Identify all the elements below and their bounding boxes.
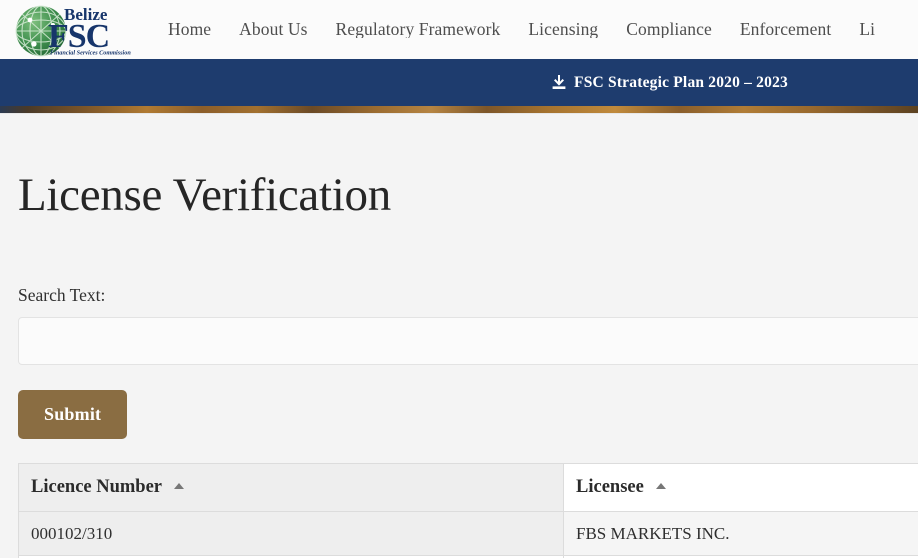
nav-item-home[interactable]: Home (168, 21, 225, 39)
cell-licence-number: 000102/310 (18, 511, 564, 556)
page-title: License Verification (18, 169, 391, 221)
search-text-label: Search Text: (18, 285, 106, 305)
site-header: Belize FSC Financial Services Commission… (0, 0, 918, 59)
nav-item-about-us[interactable]: About Us (225, 21, 321, 39)
fsc-logo-icon: Belize FSC Financial Services Commission (15, 5, 131, 57)
search-input[interactable] (18, 317, 918, 365)
download-icon (552, 75, 566, 89)
table-header-row: Licence Number Licensee (18, 463, 918, 512)
nav-item-licensees[interactable]: Li (845, 21, 889, 39)
column-header-licence-number[interactable]: Licence Number (18, 463, 564, 512)
strategic-plan-banner: FSC Strategic Plan 2020 – 2023 (0, 59, 918, 106)
svg-text:Financial Services Commission: Financial Services Commission (50, 49, 131, 56)
nav-item-licensing[interactable]: Licensing (514, 21, 612, 39)
cell-licensee: FBS MARKETS INC. (563, 511, 918, 556)
column-header-licence-number-label: Licence Number (31, 477, 162, 497)
table-row[interactable]: 000102/310 FBS MARKETS INC. (18, 511, 918, 556)
main-navigation: Home About Us Regulatory Framework Licen… (168, 21, 918, 39)
nav-item-compliance[interactable]: Compliance (612, 21, 726, 39)
nav-item-enforcement[interactable]: Enforcement (726, 21, 845, 39)
main-content: License Verification Search Text: Submit… (0, 114, 918, 558)
nav-item-regulatory-framework[interactable]: Regulatory Framework (322, 21, 515, 39)
sort-ascending-icon (656, 482, 667, 489)
column-header-licensee[interactable]: Licensee (563, 463, 918, 512)
strategic-plan-label: FSC Strategic Plan 2020 – 2023 (574, 73, 788, 91)
submit-button[interactable]: Submit (18, 390, 128, 439)
column-header-licensee-label: Licensee (576, 477, 644, 497)
strategic-plan-download-link[interactable]: FSC Strategic Plan 2020 – 2023 (552, 74, 788, 92)
site-logo[interactable]: Belize FSC Financial Services Commission (8, 3, 134, 57)
license-results-table: Licence Number Licensee 000102/310 FBS M… (18, 463, 918, 558)
decorative-wood-divider (0, 106, 918, 114)
sort-ascending-icon (174, 482, 185, 489)
